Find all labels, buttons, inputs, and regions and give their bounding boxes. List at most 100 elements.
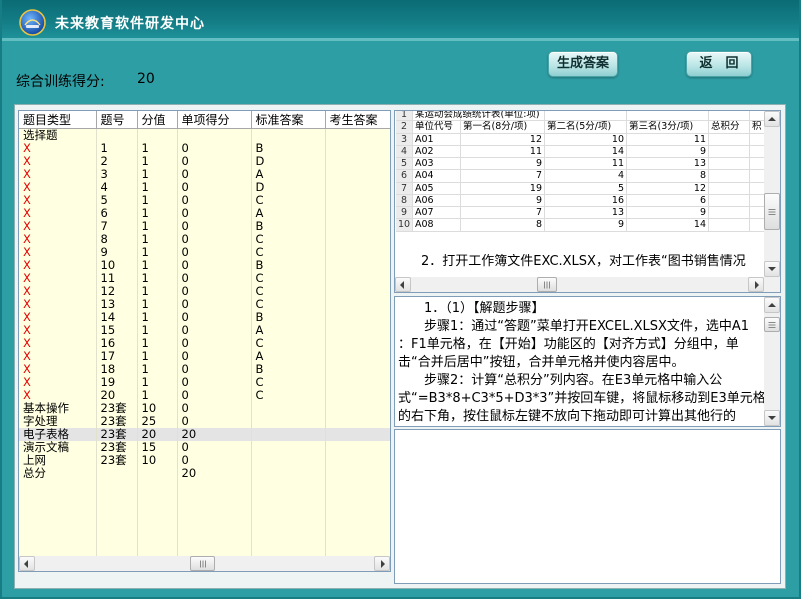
empty-cell xyxy=(96,493,138,506)
scrollbar-thumb[interactable] xyxy=(537,277,557,292)
table-row[interactable]: X 20 1 0 C xyxy=(19,389,390,402)
table-cell: 0 xyxy=(177,389,252,402)
table-cell: X xyxy=(19,194,97,207)
scroll-up-arrow-icon[interactable] xyxy=(764,297,780,313)
table-row[interactable]: X 19 1 0 C xyxy=(19,376,390,389)
spreadsheet-cell xyxy=(709,133,750,145)
empty-cell xyxy=(137,506,178,519)
table-cell xyxy=(251,128,326,142)
table-row[interactable]: 字处理 23套 25 0 xyxy=(19,415,390,428)
empty-row xyxy=(19,519,390,532)
scrollbar-thumb[interactable] xyxy=(764,317,780,332)
table-cell: 11 xyxy=(96,272,138,285)
table-row[interactable]: X 15 1 0 A xyxy=(19,324,390,337)
table-cell: C xyxy=(251,272,326,285)
table-cell: 1 xyxy=(137,207,178,220)
table-row[interactable]: 基本操作 23套 10 0 xyxy=(19,402,390,415)
scroll-right-arrow-icon[interactable] xyxy=(374,556,390,571)
table-cell: 23套 xyxy=(96,402,138,415)
scroll-down-arrow-icon[interactable] xyxy=(764,410,780,426)
table-cell: 23套 xyxy=(96,415,138,428)
spreadsheet-cell xyxy=(750,170,764,181)
table-row[interactable]: X 16 1 0 C xyxy=(19,337,390,350)
table-row[interactable]: X310A xyxy=(19,168,390,181)
table-row[interactable]: 总分 20 xyxy=(19,467,390,480)
spreadsheet-cell: 14 xyxy=(627,219,709,231)
table-cell: C xyxy=(251,298,326,311)
table-row[interactable]: X910C xyxy=(19,246,390,259)
table-row[interactable]: X210D xyxy=(19,155,390,168)
spreadsheet-cell xyxy=(750,195,764,206)
table-row[interactable]: X110B xyxy=(19,142,390,155)
empty-cell xyxy=(251,519,326,532)
table-cell: 1 xyxy=(137,246,178,259)
scrollbar-thumb[interactable] xyxy=(190,556,215,571)
table-row[interactable]: X 18 1 0 B xyxy=(19,363,390,376)
vertical-scrollbar[interactable] xyxy=(764,297,780,426)
empty-row xyxy=(19,545,390,556)
empty-cell xyxy=(19,545,97,556)
spreadsheet-cell: 12 xyxy=(627,182,709,194)
table-cell: C xyxy=(251,285,326,298)
table-cell xyxy=(251,415,326,428)
column-header-student-answer[interactable]: 考生答案 xyxy=(325,111,390,129)
empty-cell xyxy=(251,480,326,493)
empty-cell xyxy=(137,493,178,506)
empty-cell xyxy=(251,545,326,556)
table-cell xyxy=(325,128,390,142)
table-cell: 15 xyxy=(137,441,178,454)
scroll-right-arrow-icon[interactable] xyxy=(748,277,764,292)
table-cell: 0 xyxy=(177,311,252,324)
column-header-score[interactable]: 单项得分 xyxy=(177,111,252,129)
table-cell: X xyxy=(19,233,97,246)
scroll-up-arrow-icon[interactable] xyxy=(764,111,780,127)
horizontal-scrollbar[interactable] xyxy=(19,556,390,571)
table-row[interactable]: X 11 1 0 C xyxy=(19,272,390,285)
table-cell: B xyxy=(251,220,326,233)
generate-answer-button[interactable]: 生成答案 xyxy=(548,51,618,77)
table-cell: A xyxy=(251,168,326,181)
table-row[interactable]: X 10 1 0 B xyxy=(19,259,390,272)
app-logo-icon xyxy=(19,9,46,36)
table-row[interactable]: 上网 23套 10 0 xyxy=(19,454,390,467)
table-cell xyxy=(325,246,390,259)
excel-preview: 1 某运动会成绩统计表(单位:项) 2 单位代号 第一名(8分/项) 第二名(5分/项) 第… xyxy=(396,111,764,232)
scroll-down-arrow-icon[interactable] xyxy=(764,261,780,277)
spreadsheet-cell xyxy=(709,158,750,170)
table-row[interactable]: X 12 1 0 C xyxy=(19,285,390,298)
table-row[interactable]: X 17 1 0 A xyxy=(19,350,390,363)
table-cell xyxy=(325,298,390,311)
column-header-number[interactable]: 题号 xyxy=(96,111,138,129)
table-cell: 12 xyxy=(96,285,138,298)
scroll-left-arrow-icon[interactable] xyxy=(19,556,35,571)
vertical-scrollbar[interactable] xyxy=(764,111,780,277)
table-cell xyxy=(96,128,138,142)
table-row[interactable]: 电子表格 23套 20 20 xyxy=(19,428,390,441)
table-row[interactable]: X410D xyxy=(19,181,390,194)
grip-icon xyxy=(544,281,550,288)
table-cell: 0 xyxy=(177,376,252,389)
table-row[interactable]: X810C xyxy=(19,233,390,246)
table-cell xyxy=(325,337,390,350)
column-header-standard-answer[interactable]: 标准答案 xyxy=(251,111,326,129)
table-cell: 7 xyxy=(96,220,138,233)
table-row[interactable]: X710B xyxy=(19,220,390,233)
column-header-points[interactable]: 分值 xyxy=(137,111,178,129)
table-row[interactable]: X510C xyxy=(19,194,390,207)
table-row[interactable]: 选择题 xyxy=(19,128,390,142)
table-row[interactable]: 演示文稿 23套 15 0 xyxy=(19,441,390,454)
table-row[interactable]: X610A xyxy=(19,207,390,220)
scroll-left-arrow-icon[interactable] xyxy=(395,277,411,292)
scrollbar-thumb[interactable] xyxy=(764,193,780,230)
back-button[interactable]: 返 回 xyxy=(686,51,752,77)
table-cell: X xyxy=(19,376,97,389)
empty-row xyxy=(19,532,390,545)
spreadsheet-row-number: 1 xyxy=(396,111,413,121)
table-row[interactable]: X 14 1 0 B xyxy=(19,311,390,324)
column-header-type[interactable]: 题目类型 xyxy=(19,111,97,129)
solution-line: 击“合并后居中”按钮，合并单元格并使内容居中。 xyxy=(398,355,685,370)
table-cell: 0 xyxy=(177,181,252,194)
table-cell xyxy=(325,181,390,194)
table-row[interactable]: X 13 1 0 C xyxy=(19,298,390,311)
horizontal-scrollbar[interactable] xyxy=(395,277,764,292)
